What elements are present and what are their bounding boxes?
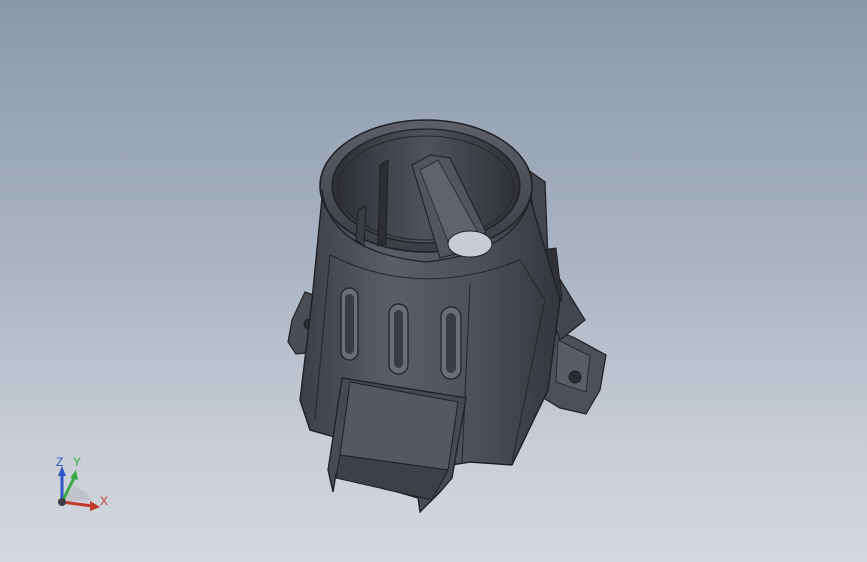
boss-through-hole xyxy=(447,230,493,258)
front-duct xyxy=(327,377,467,514)
x-axis-arrow xyxy=(61,500,93,508)
vent-slot-inner xyxy=(446,313,456,373)
graphics-viewport[interactable]: Z Y X xyxy=(0,0,867,562)
coordinate-triad: Z Y X xyxy=(40,450,120,520)
y-axis-label: Y xyxy=(73,455,82,469)
right-mount-hole xyxy=(568,370,582,384)
inner-wall-slit xyxy=(355,205,367,247)
vent-slot-inner xyxy=(345,294,354,354)
motor-mount-3d-model[interactable] xyxy=(0,0,867,562)
vent-slot-inner xyxy=(394,310,403,368)
x-axis-label: X xyxy=(100,494,109,508)
inner-wall-slit xyxy=(377,159,389,247)
z-axis-label: Z xyxy=(56,455,64,469)
